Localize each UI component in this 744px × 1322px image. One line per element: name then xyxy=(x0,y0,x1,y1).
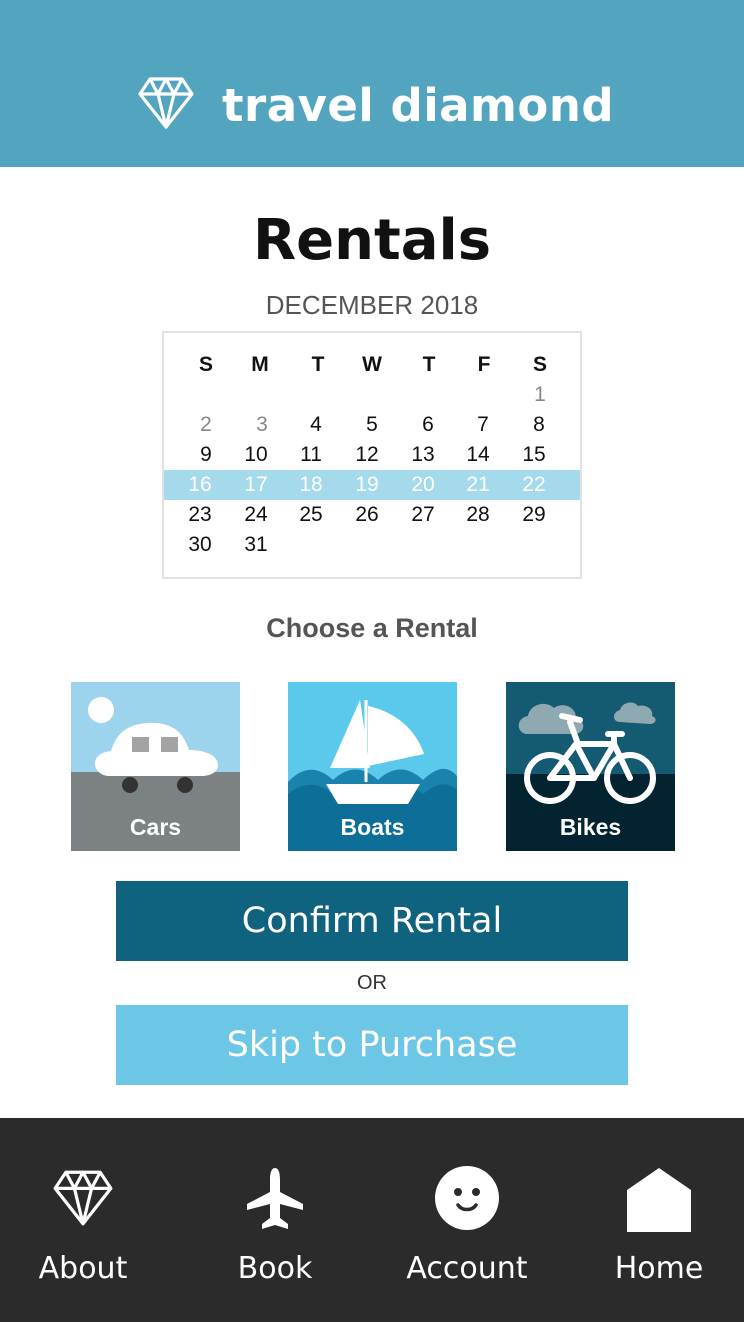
rental-option-boats[interactable]: Boats xyxy=(288,682,457,851)
weekday-label: W xyxy=(362,353,382,376)
calendar-day[interactable]: 30 xyxy=(178,530,222,560)
calendar-day-selected[interactable]: 21 xyxy=(456,470,500,500)
weekday-label: T xyxy=(422,353,436,376)
calendar-day[interactable]: 26 xyxy=(345,500,389,530)
weekday-header-row: S M T W T F S xyxy=(164,350,580,380)
calendar-day[interactable]: 7 xyxy=(461,410,505,440)
calendar-day[interactable]: 1 xyxy=(518,380,562,410)
calendar-day[interactable]: 9 xyxy=(184,440,228,470)
calendar-day[interactable]: 23 xyxy=(178,500,222,530)
weekday-label: S xyxy=(198,353,213,376)
house-icon xyxy=(627,1168,691,1232)
smiley-icon xyxy=(435,1166,499,1230)
weekday-label: S xyxy=(532,353,547,376)
calendar-day[interactable]: 11 xyxy=(289,440,333,470)
calendar-month-label: DECEMBER 2018 xyxy=(265,290,479,320)
or-divider-label: OR xyxy=(357,972,387,994)
skip-to-purchase-button[interactable]: Skip to Purchase xyxy=(116,1005,628,1085)
calendar-day[interactable]: 10 xyxy=(234,440,278,470)
calendar-day[interactable]: 8 xyxy=(517,410,561,440)
nav-item-about[interactable]: About xyxy=(20,1118,146,1322)
diamond-icon xyxy=(138,77,194,129)
calendar-day[interactable]: 27 xyxy=(401,500,445,530)
calendar-day[interactable]: 6 xyxy=(406,410,450,440)
calendar-day-selected[interactable]: 17 xyxy=(234,470,278,500)
rental-option-cars[interactable]: Cars xyxy=(71,682,240,851)
calendar-day[interactable]: 5 xyxy=(350,410,394,440)
calendar-day[interactable]: 2 xyxy=(184,410,228,440)
calendar-day[interactable]: 31 xyxy=(234,530,278,560)
calendar-day-selected[interactable]: 18 xyxy=(289,470,333,500)
rental-option-label: Boats xyxy=(340,814,405,840)
calendar: S M T W T F S 1 2 3 4 5 6 7 8 9 10 11 12… xyxy=(162,331,582,579)
calendar-day[interactable]: 15 xyxy=(512,440,556,470)
confirm-rental-button[interactable]: Confirm Rental xyxy=(116,881,628,961)
bottom-nav: About Book Account Home xyxy=(0,1118,744,1322)
choose-rental-heading: Choose a Rental xyxy=(266,613,478,643)
selected-week-row[interactable]: 16 17 18 19 20 21 22 xyxy=(164,470,580,500)
nav-item-home[interactable]: Home xyxy=(606,1118,712,1322)
brand-name: travel diamond xyxy=(222,79,615,132)
calendar-day-selected[interactable]: 19 xyxy=(345,470,389,500)
calendar-day[interactable]: 25 xyxy=(289,500,333,530)
calendar-day-selected[interactable]: 22 xyxy=(512,470,556,500)
calendar-week-row: 1 xyxy=(164,380,580,410)
calendar-day-selected[interactable]: 16 xyxy=(178,470,222,500)
page-title: Rentals xyxy=(252,208,492,273)
calendar-day[interactable]: 12 xyxy=(345,440,389,470)
weekday-label: T xyxy=(311,353,325,376)
calendar-week-row: 2 3 4 5 6 7 8 xyxy=(164,410,580,440)
nav-label: Book xyxy=(237,1251,313,1286)
calendar-day[interactable]: 29 xyxy=(512,500,556,530)
calendar-week-row: 23 24 25 26 27 28 29 xyxy=(164,500,580,530)
rental-option-label: Bikes xyxy=(559,814,622,840)
diamond-icon xyxy=(53,1170,113,1226)
weekday-label: M xyxy=(251,353,269,376)
nav-item-book[interactable]: Book xyxy=(228,1118,322,1322)
calendar-day[interactable]: 3 xyxy=(240,410,284,440)
calendar-day-selected[interactable]: 20 xyxy=(401,470,445,500)
calendar-day[interactable]: 13 xyxy=(401,440,445,470)
calendar-day[interactable]: 24 xyxy=(234,500,278,530)
calendar-week-row: 30 31 xyxy=(164,530,580,560)
calendar-day[interactable]: 4 xyxy=(294,410,338,440)
nav-item-account[interactable]: Account xyxy=(404,1118,530,1322)
rental-option-bikes[interactable]: Bikes xyxy=(506,682,675,851)
calendar-day[interactable]: 14 xyxy=(456,440,500,470)
nav-label: Home xyxy=(614,1251,704,1286)
weekday-label: F xyxy=(477,353,491,376)
airplane-icon xyxy=(247,1168,303,1229)
nav-label: Account xyxy=(406,1251,528,1286)
nav-label: About xyxy=(38,1251,128,1286)
calendar-week-row: 9 10 11 12 13 14 15 xyxy=(164,440,580,470)
app-header: travel diamond xyxy=(0,0,744,167)
rental-option-label: Cars xyxy=(129,814,182,840)
calendar-day[interactable]: 28 xyxy=(456,500,500,530)
